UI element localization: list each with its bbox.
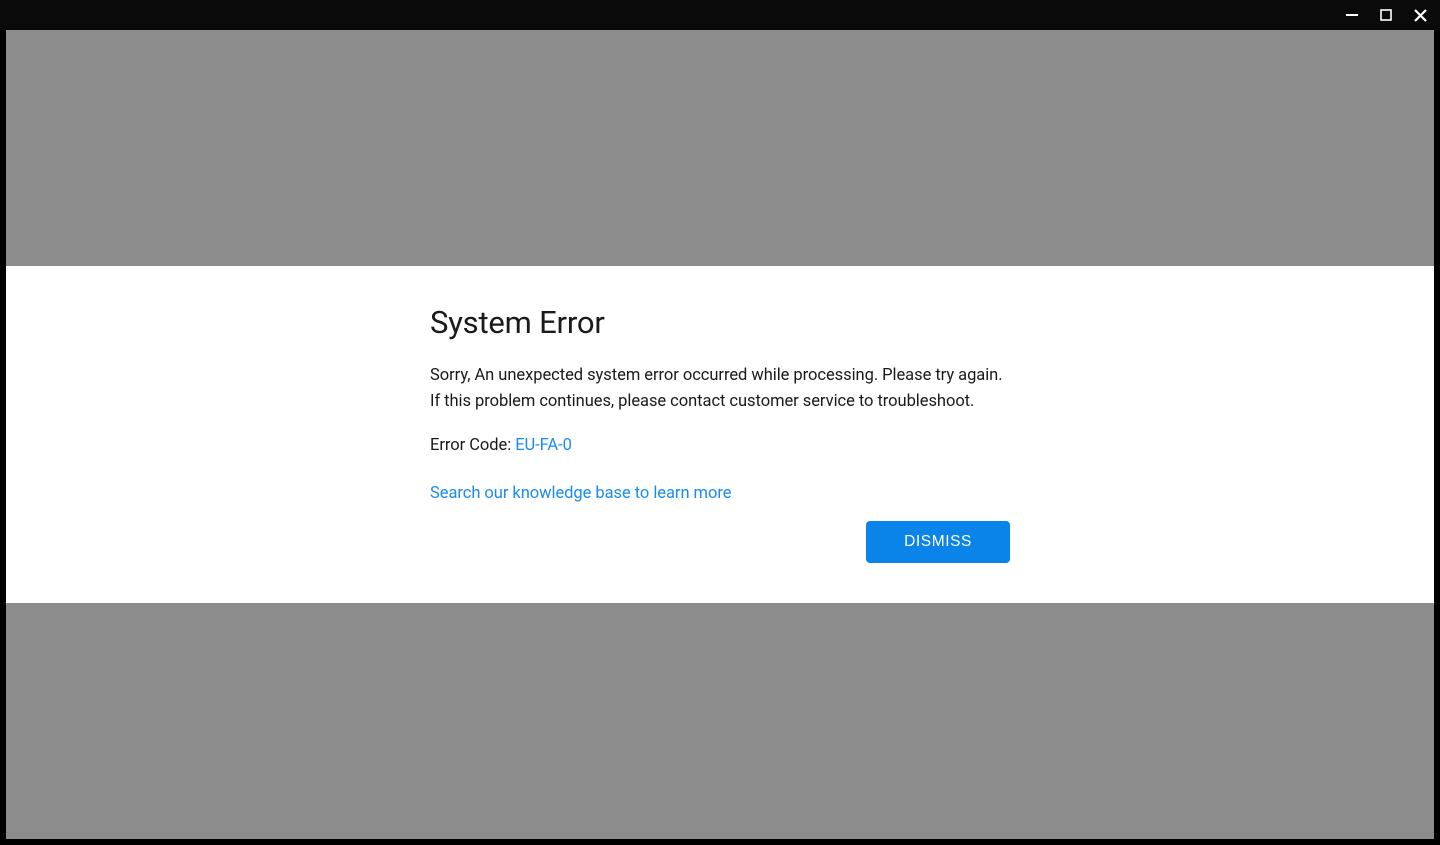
minimize-icon	[1346, 9, 1358, 21]
knowledge-base-link[interactable]: Search our knowledge base to learn more	[430, 484, 731, 503]
maximize-icon	[1380, 9, 1392, 21]
backdrop: System Error Sorry, An unexpected system…	[0, 30, 1440, 845]
dialog-message: Sorry, An unexpected system error occurr…	[430, 363, 1010, 414]
close-icon	[1414, 9, 1427, 22]
error-dialog: System Error Sorry, An unexpected system…	[6, 266, 1434, 603]
close-button[interactable]	[1410, 5, 1430, 25]
titlebar	[0, 0, 1440, 30]
error-code-value: EU-FA-0	[515, 436, 572, 455]
dialog-content: System Error Sorry, An unexpected system…	[430, 304, 1010, 563]
app-window: System Error Sorry, An unexpected system…	[0, 0, 1440, 845]
error-code-row: Error Code: EU-FA-0	[430, 436, 1010, 455]
dismiss-button[interactable]: DISMISS	[866, 521, 1010, 563]
dialog-title: System Error	[430, 304, 1010, 341]
error-code-label: Error Code:	[430, 436, 515, 455]
minimize-button[interactable]	[1342, 5, 1362, 25]
dialog-actions: DISMISS	[430, 521, 1010, 563]
dialog-message-line1: Sorry, An unexpected system error occurr…	[430, 366, 1003, 385]
maximize-button[interactable]	[1376, 5, 1396, 25]
dialog-message-line2: If this problem continues, please contac…	[430, 392, 974, 411]
